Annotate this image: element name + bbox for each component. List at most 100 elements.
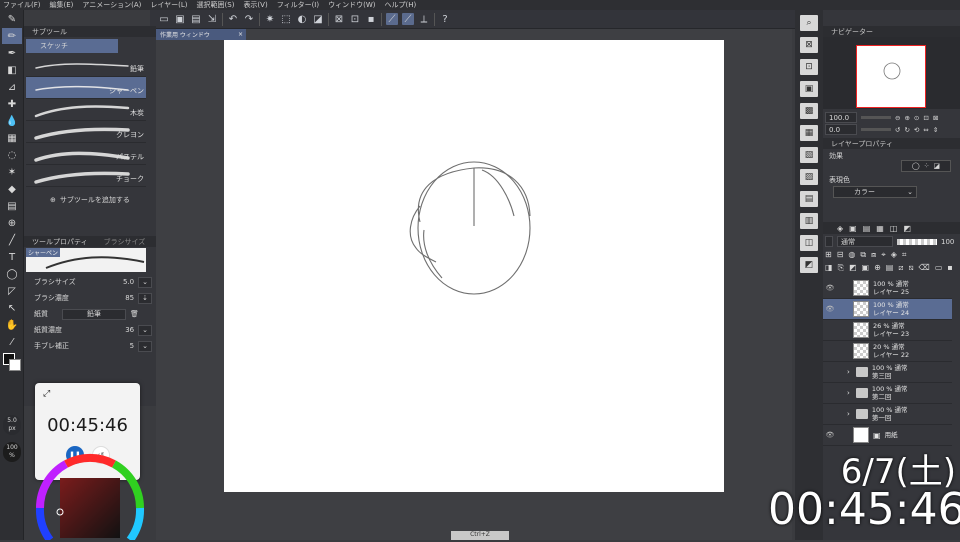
deselect-icon[interactable]: ⊠ <box>333 13 345 25</box>
chevron-right-icon[interactable]: › <box>847 410 850 418</box>
brush-item[interactable]: シャーペン <box>26 77 146 99</box>
bottom-tab[interactable]: Ctrl+Z <box>451 531 509 540</box>
stabilizer-row[interactable]: 手ブレ補正 5 ⌄ <box>24 338 156 354</box>
navigator-preview[interactable] <box>823 37 960 109</box>
eyedropper-tool-icon[interactable]: ⁄ <box>2 334 22 350</box>
clear-icon[interactable]: ✷ <box>264 13 276 25</box>
export-icon[interactable]: ⇲ <box>206 13 218 25</box>
zoom-row[interactable]: 100.0 ⊖ ⊕ ⊙ ⊡ ⊠ <box>825 112 938 123</box>
zoom-tool-icon[interactable]: ⊕ <box>2 215 22 231</box>
hand-tool-icon[interactable]: ✋ <box>2 317 22 333</box>
ruler-icon[interactable]: ⟂ <box>418 13 430 25</box>
paper-texture-row[interactable]: 紙質 鉛筆 🗑 <box>24 306 156 322</box>
frame-tool-icon[interactable]: ◸ <box>2 283 22 299</box>
menu-item-8[interactable]: ヘルプ(H) <box>384 0 416 10</box>
visibility-eye-icon[interactable]: 👁 <box>825 284 835 292</box>
transform-icon[interactable]: ⬚ <box>280 13 292 25</box>
menu-item-1[interactable]: 編集(E) <box>50 0 74 10</box>
brush-item[interactable]: クレヨン <box>26 121 146 143</box>
brush-tool-icon[interactable]: ✒ <box>2 45 22 61</box>
invert-icon[interactable]: ⊡ <box>349 13 361 25</box>
layer-row[interactable]: 👁 ▣ 用紙 <box>823 425 952 446</box>
material-6-icon[interactable]: ▧ <box>800 147 818 163</box>
undo-icon[interactable]: ↶ <box>227 13 239 25</box>
layer-row[interactable]: 👁 100 % 通常 レイヤー 24 <box>823 299 952 320</box>
snap-ruler-icon[interactable]: ⟋ <box>386 13 398 25</box>
decoration-tool-icon[interactable]: ✚ <box>2 96 22 112</box>
menu-item-5[interactable]: 表示(V) <box>243 0 267 10</box>
paper-density-row[interactable]: 紙質濃度 36 ⌄ <box>24 322 156 338</box>
balloon-tool-icon[interactable]: ◯ <box>2 266 22 282</box>
expression-color-select[interactable]: カラー ⌄ <box>833 186 917 198</box>
expand-icon[interactable]: ⤢ <box>43 389 50 399</box>
pen-tool-icon[interactable]: ✎ <box>2 11 22 27</box>
rotation-row[interactable]: 0.0 ↺ ↻ ⟲ ⇔ ⇕ <box>825 124 938 135</box>
selection-icon[interactable]: ◪ <box>312 13 324 25</box>
add-sub-tool-button[interactable]: ⊕ サブツールを追加する <box>24 195 156 205</box>
gradient-tool-icon[interactable]: ▤ <box>2 198 22 214</box>
magic-wand-icon[interactable]: ✶ <box>2 164 22 180</box>
color-swatches[interactable] <box>2 352 21 372</box>
pencil-tool-icon[interactable]: ✏ <box>2 28 22 44</box>
chevron-right-icon[interactable]: › <box>847 368 850 376</box>
menu-item-6[interactable]: フィルター(I) <box>277 0 319 10</box>
brush-item[interactable]: チョーク <box>26 165 146 187</box>
line-tool-icon[interactable]: ╱ <box>2 232 22 248</box>
save-icon[interactable]: ▤ <box>190 13 202 25</box>
material-icon[interactable]: ⊠ <box>800 37 818 53</box>
menu-item-4[interactable]: 選択範囲(S) <box>197 0 235 10</box>
menu-item-3[interactable]: レイヤー(L) <box>150 0 187 10</box>
fill-tool-icon[interactable]: ◆ <box>2 181 22 197</box>
canvas-tab[interactable]: 作業用 ウィンドウ × <box>156 29 246 40</box>
layer-row[interactable]: › 100 % 通常 第一回 <box>823 404 952 425</box>
menu-item-2[interactable]: アニメーション(A) <box>82 0 141 10</box>
layer-row[interactable]: 26 % 通常 レイヤー 23 <box>823 320 952 341</box>
help-icon[interactable]: ? <box>439 13 451 25</box>
eraser-tool-icon[interactable]: ◧ <box>2 62 22 78</box>
material-11-icon[interactable]: ◩ <box>800 257 818 273</box>
brush-item[interactable]: 木炭 <box>26 99 146 121</box>
blend-mode-row[interactable]: 通常 100 <box>825 236 954 247</box>
layer-row[interactable]: › 100 % 通常 第二回 <box>823 383 952 404</box>
chevron-right-icon[interactable]: › <box>847 389 850 397</box>
lasso-tool-icon[interactable]: ◌ <box>2 147 22 163</box>
brush-item[interactable]: 鉛筆 <box>26 55 146 77</box>
fill-icon[interactable]: ◐ <box>296 13 308 25</box>
layer-tool-row-1[interactable]: ⊞ ⊟ ◍ ⧉ ⧈ ⌖ ◈ ⌗ <box>825 250 906 260</box>
menu-item-0[interactable]: ファイル(F) <box>3 0 41 10</box>
layer-row[interactable]: 👁 100 % 通常 レイヤー 25 <box>823 278 952 299</box>
text-tool-icon[interactable]: T <box>2 249 22 265</box>
material-5-icon[interactable]: ▦ <box>800 125 818 141</box>
move-tool-icon[interactable]: ↖ <box>2 300 22 316</box>
brush-item[interactable]: パステル <box>26 143 146 165</box>
grid-tool-icon[interactable]: ▦ <box>2 130 22 146</box>
redo-icon[interactable]: ↷ <box>243 13 255 25</box>
layer-tool-row-2[interactable]: ◨ ⎘ ◩ ▣ ⊕ ▤ ⧄ ⧅ ⌫ ▭ ▪ <box>825 263 953 273</box>
open-icon[interactable]: ▣ <box>174 13 186 25</box>
blend-tool-icon[interactable]: 💧 <box>2 113 22 129</box>
layer-row[interactable]: 20 % 通常 レイヤー 22 <box>823 341 952 362</box>
material-10-icon[interactable]: ◫ <box>800 235 818 251</box>
crop-icon[interactable]: ▪ <box>365 13 377 25</box>
drawing-paper[interactable] <box>224 40 724 492</box>
material-3-icon[interactable]: ▣ <box>800 81 818 97</box>
material-8-icon[interactable]: ▤ <box>800 191 818 207</box>
menu-item-7[interactable]: ウィンドウ(W) <box>328 0 375 10</box>
material-9-icon[interactable]: ▥ <box>800 213 818 229</box>
effect-buttons[interactable]: ◯ ⁘ ◪ <box>901 160 951 172</box>
layer-panel-tabs[interactable]: ◈ ▣ ▤ ▦ ◫ ◩ <box>823 222 960 234</box>
visibility-eye-icon[interactable]: 👁 <box>825 431 835 439</box>
brush-size-row[interactable]: ブラシサイズ 5.0 ⌄ <box>24 274 156 290</box>
brush-density-row[interactable]: ブラシ濃度 85 ⇣ <box>24 290 156 306</box>
layer-row[interactable]: › 100 % 通常 第三回 <box>823 362 952 383</box>
color-wheel[interactable] <box>30 450 154 542</box>
snap-special-icon[interactable]: ⟋ <box>402 13 414 25</box>
search-icon[interactable]: ⌕ <box>800 15 818 31</box>
material-4-icon[interactable]: ▩ <box>800 103 818 119</box>
sub-tool-group-tab[interactable]: スケッチ <box>26 39 118 53</box>
visibility-eye-icon[interactable]: 👁 <box>825 305 835 313</box>
new-icon[interactable]: ▭ <box>158 13 170 25</box>
airbrush-tool-icon[interactable]: ⊿ <box>2 79 22 95</box>
material-7-icon[interactable]: ▨ <box>800 169 818 185</box>
material-2-icon[interactable]: ⊡ <box>800 59 818 75</box>
